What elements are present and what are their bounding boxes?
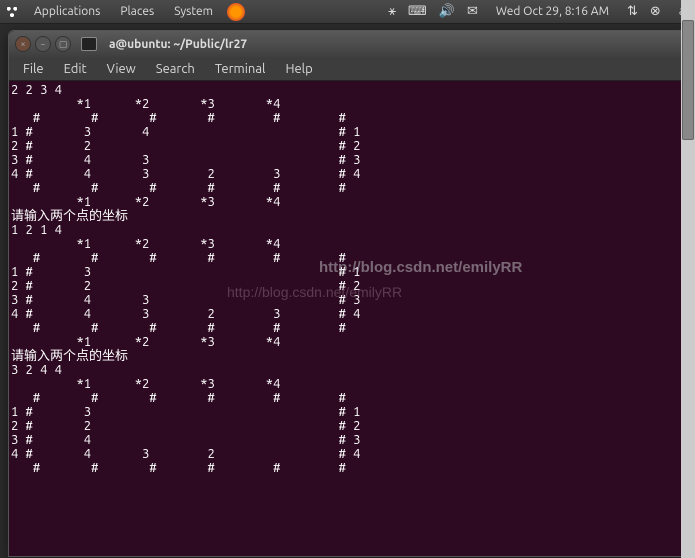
terminal-line: 3 # 4 3 # 3 — [11, 293, 685, 307]
terminal-line: # # # # # # — [11, 321, 685, 335]
minimize-button[interactable]: − — [35, 36, 51, 52]
terminal-line: 3 # 4 3 # 3 — [11, 153, 685, 167]
bluetooth-icon[interactable]: ⚹ — [388, 4, 396, 19]
terminal-icon — [81, 37, 97, 51]
terminal-window: × − ▢ a@ubuntu: ~/Public/lr27 File Edit … — [8, 30, 688, 557]
terminal-line: # # # # # # — [11, 181, 685, 195]
terminal-line: 3 # 4 # 3 — [11, 433, 685, 447]
terminal-line: 1 # 3 # 1 — [11, 265, 685, 279]
power-icon[interactable]: ⊗ — [650, 4, 661, 19]
terminal-line: *1 *2 *3 *4 — [11, 237, 685, 251]
menu-file[interactable]: File — [15, 60, 52, 78]
menu-view[interactable]: View — [99, 60, 144, 78]
ubuntu-logo-icon[interactable] — [4, 4, 20, 20]
terminal-line: 2 # 2 # 2 — [11, 279, 685, 293]
volume-icon[interactable]: 🔊 — [439, 4, 455, 19]
terminal-line: 3 2 4 4 — [11, 363, 685, 377]
clock[interactable]: Wed Oct 29, 8:16 AM — [490, 5, 615, 18]
terminal-output[interactable]: 2 2 3 4 *1 *2 *3 *4 # # # # # #1 # 3 4 #… — [9, 81, 687, 556]
network-icon[interactable]: ⇅ — [627, 4, 638, 19]
terminal-line: *1 *2 *3 *4 — [11, 335, 685, 349]
terminal-line: 1 # 3 # 1 — [11, 405, 685, 419]
top-panel: Applications Places System ⚹ ⌨ 🔊 ✉ Wed O… — [0, 0, 695, 24]
terminal-line: 4 # 4 3 2 3 # 4 — [11, 307, 685, 321]
menu-edit[interactable]: Edit — [56, 60, 95, 78]
terminal-line: 4 # 4 3 2 3 # 4 — [11, 167, 685, 181]
terminal-line: *1 *2 *3 *4 — [11, 195, 685, 209]
maximize-button[interactable]: ▢ — [55, 36, 71, 52]
window-title: a@ubuntu: ~/Public/lr27 — [109, 38, 247, 51]
terminal-line: 2 # 2 # 2 — [11, 139, 685, 153]
terminal-line: # # # # # # — [11, 461, 685, 475]
places-menu[interactable]: Places — [114, 5, 160, 18]
firefox-icon[interactable] — [227, 3, 245, 21]
terminal-line: 4 # 4 3 2 # 4 — [11, 447, 685, 461]
mail-icon[interactable]: ✉ — [467, 4, 478, 19]
terminal-line: # # # # # # — [11, 391, 685, 405]
panel-left: Applications Places System — [4, 3, 245, 21]
terminal-line: 请输入两个点的坐标 — [11, 349, 685, 363]
keyboard-icon[interactable]: ⌨ — [408, 4, 427, 19]
page-scrollbar[interactable] — [681, 0, 695, 558]
close-button[interactable]: × — [15, 36, 31, 52]
terminal-line: 1 2 1 4 — [11, 223, 685, 237]
terminal-line: *1 *2 *3 *4 — [11, 97, 685, 111]
applications-menu[interactable]: Applications — [28, 5, 106, 18]
panel-right: ⚹ ⌨ 🔊 ✉ Wed Oct 29, 8:16 AM ⇅ ⊗ a — [388, 4, 691, 19]
terminal-line: # # # # # # — [11, 111, 685, 125]
terminal-line: 2 2 3 4 — [11, 83, 685, 97]
scrollbar-thumb[interactable] — [682, 20, 694, 140]
terminal-line: 请输入两个点的坐标 — [11, 209, 685, 223]
menu-terminal[interactable]: Terminal — [207, 60, 274, 78]
terminal-line: 2 # 2 # 2 — [11, 419, 685, 433]
system-menu[interactable]: System — [168, 5, 219, 18]
terminal-line: # # # # # # — [11, 251, 685, 265]
terminal-line: 1 # 3 4 # 1 — [11, 125, 685, 139]
titlebar[interactable]: × − ▢ a@ubuntu: ~/Public/lr27 — [9, 31, 687, 57]
menu-search[interactable]: Search — [148, 60, 203, 78]
menu-help[interactable]: Help — [277, 60, 320, 78]
terminal-line: *1 *2 *3 *4 — [11, 377, 685, 391]
menubar: File Edit View Search Terminal Help — [9, 57, 687, 81]
